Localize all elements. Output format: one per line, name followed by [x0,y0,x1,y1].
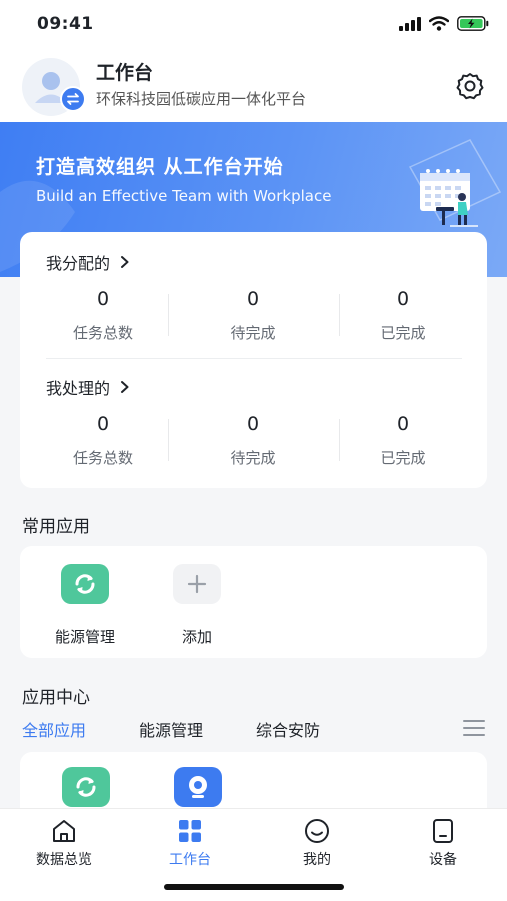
assigned-done-stat[interactable]: 0 已完成 [328,288,478,343]
handled-pending-stat[interactable]: 0 待完成 [178,413,328,468]
switch-org-icon[interactable] [60,86,86,112]
stat-label: 任务总数 [72,324,133,342]
stat-label: 任务总数 [72,449,133,467]
energy-app-icon[interactable] [62,767,110,807]
status-time: 09:41 [37,14,94,34]
common-apps-card: 能源管理 添加 [20,546,487,658]
tab-all-apps[interactable]: 全部应用 [22,717,86,741]
home-indicator [164,884,344,890]
status-icons [399,16,489,31]
assigned-total-stat[interactable]: 0 任务总数 [28,288,178,343]
nav-label: 设备 [429,852,457,868]
org-name: 环保科技园低碳应用一体化平台 [96,90,307,108]
app-label: 添加 [181,628,212,646]
handled-total-stat[interactable]: 0 任务总数 [28,413,178,468]
plus-icon [173,564,221,604]
page-title: 工作台 [96,62,154,84]
task-stats-card: 我分配的 0 任务总数 0 待完成 0 已完成 我处理的 0 任务总数 0 待完… [20,232,487,488]
device-icon [433,819,453,843]
nav-mine[interactable]: 我的 [267,817,367,869]
tab-security[interactable]: 综合安防 [256,717,320,741]
common-apps-title: 常用应用 [22,517,90,537]
camera-app-icon[interactable] [174,767,222,807]
handled-title: 我处理的 [46,379,111,398]
nav-label: 我的 [303,852,331,868]
add-app-button[interactable]: 添加 [152,564,242,647]
chevron-right-icon [121,256,129,268]
handled-section-link[interactable]: 我处理的 [46,375,130,399]
stat-label: 待完成 [230,324,276,342]
signal-icon [399,16,421,31]
divider [46,358,462,359]
stat-label: 已完成 [380,324,426,342]
energy-icon [61,564,109,604]
smile-icon [305,819,329,843]
assigned-pending-stat[interactable]: 0 待完成 [178,288,328,343]
chevron-right-icon [121,381,129,393]
stat-value: 0 [96,413,110,435]
handled-done-stat[interactable]: 0 已完成 [328,413,478,468]
app-center-title: 应用中心 [22,688,90,708]
stat-value: 0 [246,288,260,310]
app-label: 能源管理 [54,628,115,646]
wifi-icon [429,16,449,31]
header: 工作台 环保科技园低碳应用一体化平台 [0,50,507,122]
banner-title: 打造高效组织 从工作台开始 [36,156,284,178]
stat-value: 0 [96,288,110,310]
stat-label: 待完成 [230,449,276,467]
stat-value: 0 [246,413,260,435]
settings-gear-icon[interactable] [454,70,486,102]
nav-label: 数据总览 [36,852,92,868]
grid-icon [179,820,201,842]
workplace-illustration [420,169,478,227]
nav-data-overview[interactable]: 数据总览 [14,817,114,869]
app-center-tabs: 全部应用 能源管理 综合安防 [22,717,487,741]
stat-value: 0 [396,288,410,310]
divider [168,419,169,461]
divider [168,294,169,336]
stat-label: 已完成 [380,449,426,467]
battery-icon [457,16,489,31]
banner-subtitle: Build an Effective Team with Workplace [36,187,332,205]
app-energy-management[interactable]: 能源管理 [40,564,130,647]
assigned-title: 我分配的 [46,254,111,273]
status-bar: 09:41 [0,0,507,50]
nav-devices[interactable]: 设备 [393,817,493,869]
stat-value: 0 [396,413,410,435]
home-icon [53,820,75,842]
nav-label: 工作台 [169,852,211,868]
assigned-section-link[interactable]: 我分配的 [46,250,130,274]
menu-icon[interactable] [463,719,485,737]
tab-energy-management[interactable]: 能源管理 [139,717,203,741]
nav-workbench[interactable]: 工作台 [140,817,240,869]
